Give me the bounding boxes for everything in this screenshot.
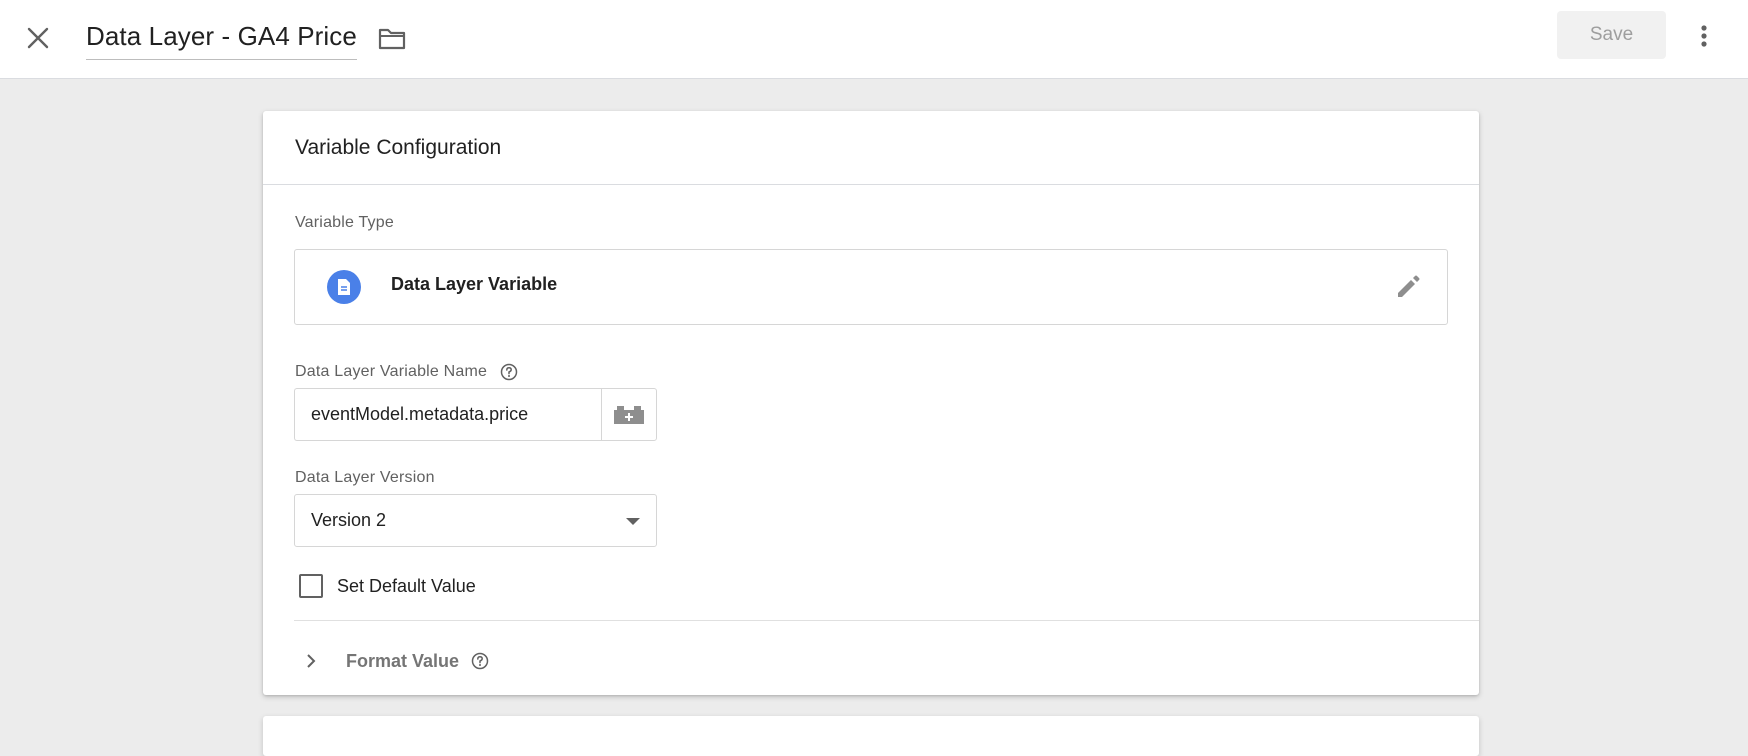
- default-value-checkbox[interactable]: [299, 574, 323, 598]
- variable-name-label-text: Data Layer Variable Name: [295, 363, 488, 381]
- version-select[interactable]: Version 2: [294, 494, 657, 547]
- variable-type-name: Data Layer Variable: [391, 274, 558, 294]
- card-header: Variable Configuration: [263, 111, 1479, 185]
- version-select-value: Version 2: [311, 510, 387, 530]
- add-variable-icon[interactable]: [601, 388, 657, 441]
- close-icon[interactable]: [18, 18, 58, 58]
- format-value-label: Format Value: [346, 650, 460, 671]
- divider: [294, 620, 1479, 621]
- folder-icon[interactable]: [372, 18, 412, 58]
- pencil-icon[interactable]: [1393, 272, 1423, 302]
- next-card: [263, 716, 1479, 756]
- variable-name-input[interactable]: [294, 388, 601, 441]
- variable-name-label: Data Layer Variable Name: [295, 363, 518, 381]
- default-value-checkbox-row[interactable]: Set Default Value: [299, 571, 476, 601]
- top-bar: Data Layer - GA4 Price Save: [0, 0, 1748, 79]
- save-button[interactable]: Save: [1557, 11, 1666, 59]
- format-value-expander[interactable]: Format Value: [294, 641, 489, 681]
- chevron-right-icon: [298, 648, 324, 674]
- help-circle-icon[interactable]: [500, 363, 518, 381]
- help-circle-icon[interactable]: [471, 652, 489, 670]
- variable-configuration-card: Variable Configuration Variable Type Dat…: [263, 111, 1479, 695]
- page-title[interactable]: Data Layer - GA4 Price: [86, 21, 357, 52]
- document-icon: [327, 270, 361, 304]
- more-vert-icon[interactable]: [1684, 16, 1724, 56]
- version-label: Data Layer Version: [295, 469, 435, 486]
- dropdown-arrow-icon: [626, 518, 640, 525]
- card-title: Variable Configuration: [295, 135, 502, 159]
- title-field[interactable]: Data Layer - GA4 Price: [86, 14, 357, 60]
- variable-type-label: Variable Type: [295, 214, 394, 231]
- variable-type-selector[interactable]: Data Layer Variable: [294, 249, 1448, 325]
- default-value-label: Set Default Value: [337, 575, 476, 596]
